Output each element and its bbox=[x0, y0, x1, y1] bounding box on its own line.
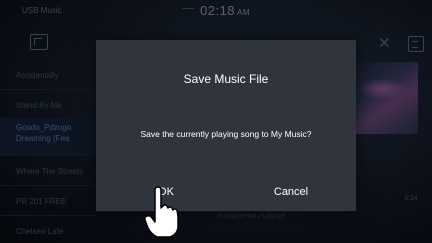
list-item-line: Gosdo_Pdzogo bbox=[16, 123, 72, 132]
list-item[interactable]: Chelsea Late bbox=[0, 218, 96, 243]
now-playing-info: Instrumental / Lounge bbox=[218, 213, 286, 220]
music-player-screen: USB Music 02:18 AM ✕ Accidentally Stand B… bbox=[0, 0, 432, 243]
list-item-active[interactable]: Gosdo_Pdzogo Dreaming (Fea bbox=[0, 118, 96, 156]
list-item-line: Dreaming (Fea bbox=[16, 134, 70, 143]
dialog-message: Save the currently playing song to My Mu… bbox=[140, 129, 312, 139]
clock-ampm: AM bbox=[237, 8, 251, 17]
shuffle-icon[interactable]: ✕ bbox=[378, 36, 398, 52]
divider bbox=[96, 211, 346, 212]
source-label: USB Music bbox=[22, 6, 62, 15]
dialog-title: Save Music File bbox=[183, 72, 269, 86]
list-item[interactable]: Stand By Me bbox=[0, 92, 96, 120]
back-icon[interactable] bbox=[30, 34, 48, 50]
list-icon[interactable] bbox=[408, 36, 424, 52]
list-item[interactable]: PR 201 FREE bbox=[0, 188, 96, 216]
cancel-button[interactable]: Cancel bbox=[241, 181, 341, 203]
list-item[interactable]: Where The Streets bbox=[0, 158, 96, 186]
clock: 02:18 AM bbox=[200, 3, 250, 18]
hand-pointer-icon bbox=[144, 186, 179, 238]
track-time: 3:14 bbox=[404, 195, 418, 202]
clock-time: 02:18 bbox=[200, 3, 236, 18]
save-music-dialog: Save Music File Save the currently playi… bbox=[96, 40, 356, 211]
list-item[interactable]: Accidentally bbox=[0, 62, 96, 90]
song-list: Accidentally Stand By Me Gosdo_Pdzogo Dr… bbox=[0, 62, 96, 243]
status-bar: USB Music 02:18 AM bbox=[0, 0, 432, 22]
album-art bbox=[348, 62, 418, 134]
signal-icon bbox=[182, 8, 194, 13]
